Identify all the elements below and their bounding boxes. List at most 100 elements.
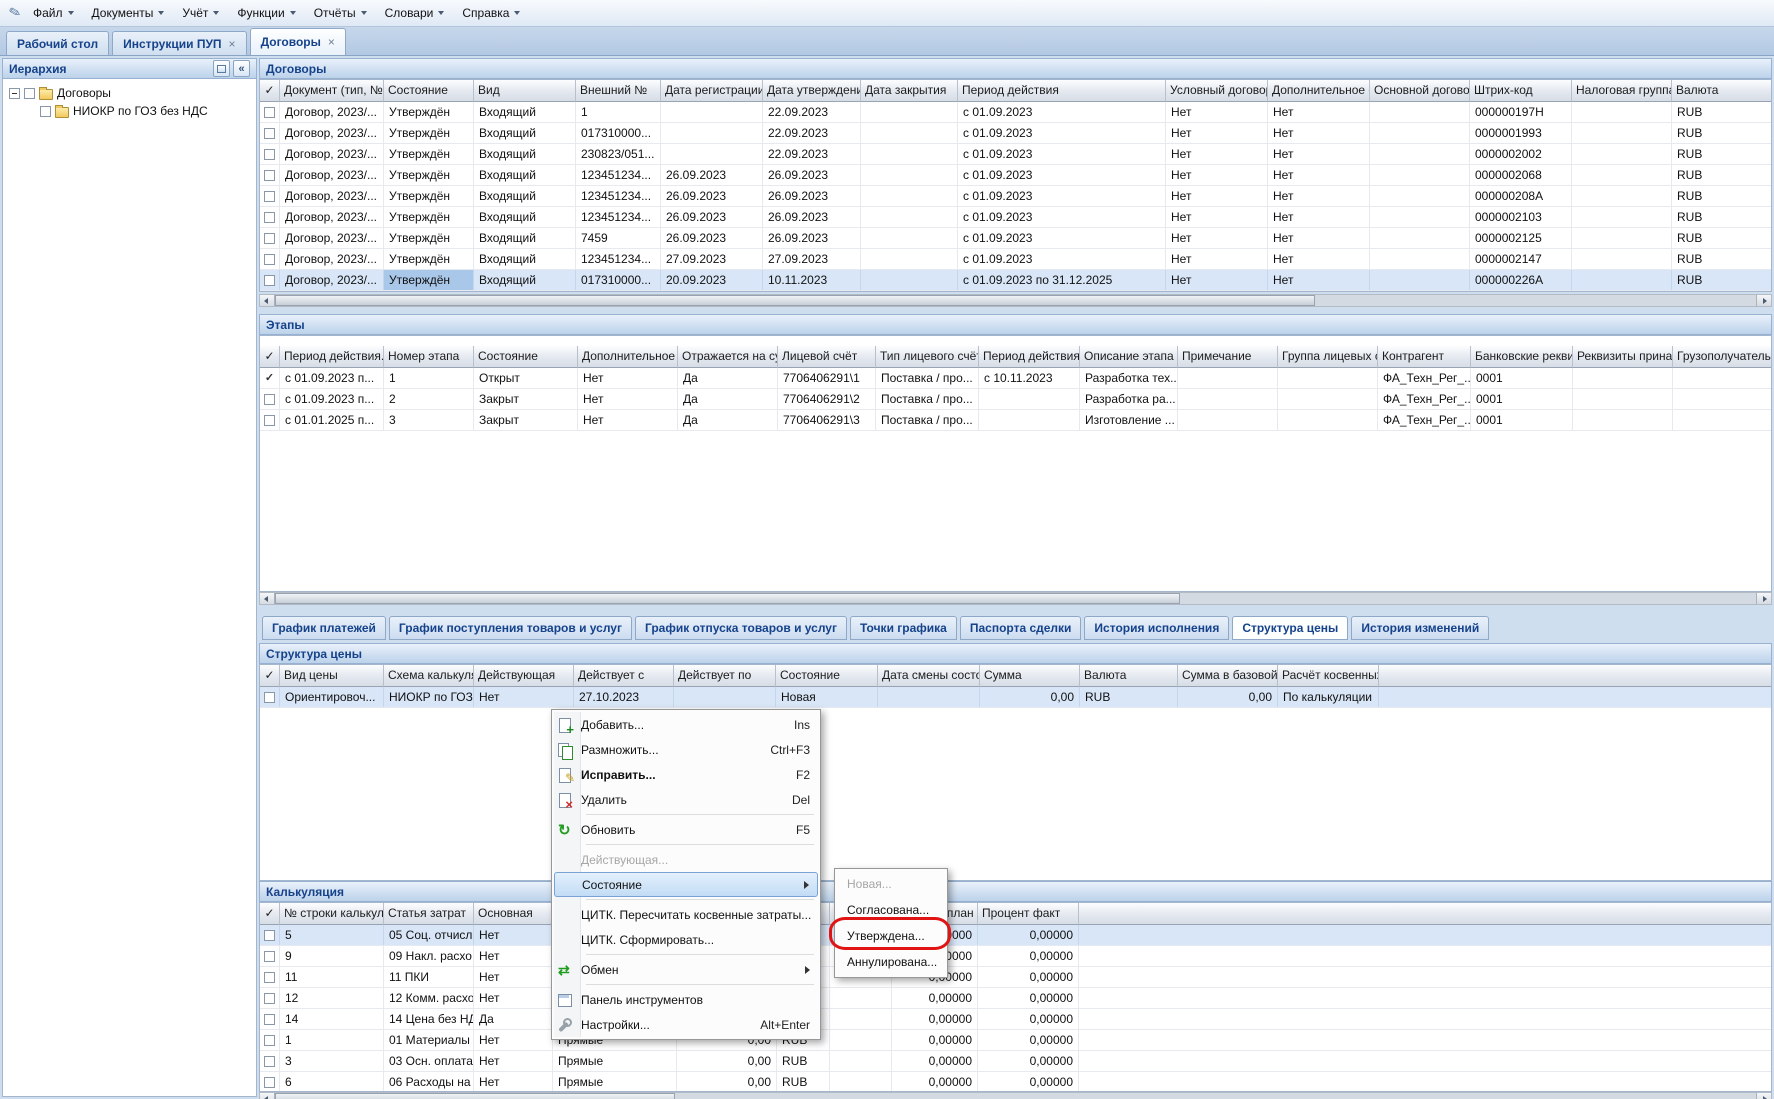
column-header[interactable]: Примечание bbox=[1178, 346, 1278, 368]
row-checkbox[interactable] bbox=[264, 275, 275, 286]
column-header[interactable]: Грузополучатель bbox=[1673, 346, 1772, 368]
scroll-left-icon[interactable] bbox=[260, 593, 275, 604]
select-all-header[interactable]: ✓ bbox=[260, 665, 280, 687]
table-row[interactable]: 909 Накл. расхо...НетПрямые0,00RUB0,0000… bbox=[260, 946, 1771, 967]
table-row[interactable]: Договор, 2023/...УтверждёнВходящий123451… bbox=[260, 249, 1771, 270]
collapse-expander-icon[interactable] bbox=[9, 88, 20, 99]
row-checkbox[interactable] bbox=[264, 107, 275, 118]
column-header[interactable]: Дополнительное с bbox=[1268, 80, 1370, 102]
column-header[interactable]: Группа лицевых сч bbox=[1278, 346, 1378, 368]
table-row[interactable]: 1212 Комм. расхо...НетПрямые0,00RUB0,000… bbox=[260, 988, 1771, 1009]
column-header[interactable]: Валюта bbox=[1080, 665, 1178, 687]
row-checkbox[interactable] bbox=[264, 233, 275, 244]
row-checkbox[interactable] bbox=[264, 951, 275, 962]
row-checkbox[interactable] bbox=[264, 170, 275, 181]
column-header[interactable]: Период действия bbox=[958, 80, 1166, 102]
context-menu-item[interactable]: Размножить...Ctrl+F3 bbox=[554, 737, 818, 762]
column-header[interactable]: Дата смены состоя bbox=[878, 665, 980, 687]
column-header[interactable]: Валюта bbox=[1672, 80, 1772, 102]
menu-item[interactable]: Документы bbox=[83, 0, 174, 26]
scroll-right-icon[interactable] bbox=[1756, 295, 1771, 306]
section-tab[interactable]: Точки графика bbox=[850, 616, 957, 640]
column-header[interactable]: Состояние bbox=[474, 346, 578, 368]
column-header[interactable]: Статья затрат bbox=[384, 903, 474, 925]
collapse-panel-icon[interactable]: « bbox=[233, 60, 250, 77]
section-tab[interactable]: График платежей bbox=[262, 616, 386, 640]
column-header[interactable]: Расчёт косвенных bbox=[1278, 665, 1379, 687]
column-header[interactable]: Сумма bbox=[980, 665, 1080, 687]
tree-node[interactable]: Договоры bbox=[5, 84, 254, 102]
row-checkbox[interactable] bbox=[264, 1035, 275, 1046]
section-tab[interactable]: История исполнения bbox=[1084, 616, 1229, 640]
scroll-track[interactable] bbox=[275, 295, 1756, 306]
column-header[interactable]: Схема калькуляци bbox=[384, 665, 474, 687]
select-all-header[interactable]: ✓ bbox=[260, 346, 280, 368]
table-row[interactable]: Договор, 2023/...УтверждёнВходящий123451… bbox=[260, 207, 1771, 228]
column-header[interactable]: Основная bbox=[474, 903, 553, 925]
table-row[interactable]: Договор, 2023/...УтверждёнВходящий123451… bbox=[260, 186, 1771, 207]
column-header[interactable]: Период действия п bbox=[979, 346, 1080, 368]
scroll-right-icon[interactable] bbox=[1756, 593, 1771, 604]
section-tab[interactable]: График поступления товаров и услуг bbox=[389, 616, 632, 640]
stages-hscrollbar[interactable] bbox=[259, 592, 1772, 605]
scroll-thumb[interactable] bbox=[275, 295, 1315, 306]
column-header[interactable]: Внешний № bbox=[576, 80, 661, 102]
row-checkbox[interactable] bbox=[264, 1014, 275, 1025]
column-header[interactable]: Лицевой счёт bbox=[778, 346, 876, 368]
table-row[interactable]: Договор, 2023/...УтверждёнВходящий122.09… bbox=[260, 102, 1771, 123]
column-header[interactable]: Процент факт bbox=[978, 903, 1079, 925]
row-checkbox[interactable] bbox=[264, 972, 275, 983]
scroll-thumb[interactable] bbox=[275, 1093, 675, 1099]
document-tab[interactable]: Инструкции ПУП× bbox=[112, 31, 246, 55]
row-checkbox[interactable] bbox=[264, 993, 275, 1004]
close-tab-icon[interactable]: × bbox=[229, 39, 236, 49]
row-checkbox[interactable] bbox=[264, 212, 275, 223]
panel-menu-icon[interactable] bbox=[213, 60, 230, 77]
column-header[interactable]: Основной договор bbox=[1370, 80, 1470, 102]
row-checkbox[interactable] bbox=[264, 1056, 275, 1067]
row-checkbox[interactable] bbox=[264, 394, 275, 405]
column-header[interactable]: Дата утверждения bbox=[763, 80, 861, 102]
select-all-header[interactable]: ✓ bbox=[260, 80, 280, 102]
select-all-header[interactable]: ✓ bbox=[260, 903, 280, 925]
column-header[interactable]: Отражается на суп bbox=[678, 346, 778, 368]
column-header[interactable]: Налоговая группа bbox=[1572, 80, 1672, 102]
table-row[interactable]: 1111 ПКИНетПрямые0,00RUB0,000000,00000 bbox=[260, 967, 1771, 988]
node-checkbox[interactable] bbox=[24, 88, 35, 99]
scroll-thumb[interactable] bbox=[275, 593, 1180, 604]
column-header[interactable]: Состояние bbox=[776, 665, 878, 687]
menu-item[interactable]: Словари bbox=[376, 0, 454, 26]
column-header[interactable]: Вид bbox=[474, 80, 576, 102]
context-menu-item[interactable]: ОбновитьF5 bbox=[554, 817, 818, 842]
node-checkbox[interactable] bbox=[40, 106, 51, 117]
context-menu-item[interactable]: УдалитьDel bbox=[554, 787, 818, 812]
context-menu-item[interactable]: ЦИТК. Пересчитать косвенные затраты... bbox=[554, 902, 818, 927]
row-checkbox[interactable] bbox=[264, 191, 275, 202]
row-checkbox[interactable] bbox=[264, 930, 275, 941]
table-row[interactable]: 1414 Цена без НДСДаПрямые0,00RUB0,000000… bbox=[260, 1009, 1771, 1030]
scroll-track[interactable] bbox=[275, 1093, 1756, 1099]
column-header[interactable]: Дата закрытия bbox=[861, 80, 958, 102]
column-header[interactable]: Дополнительное с bbox=[578, 346, 678, 368]
section-tab[interactable]: График отпуска товаров и услуг bbox=[635, 616, 847, 640]
column-header[interactable]: Действующая bbox=[474, 665, 574, 687]
row-checkbox[interactable] bbox=[264, 1077, 275, 1088]
contracts-hscrollbar[interactable] bbox=[259, 294, 1772, 307]
calculation-hscrollbar[interactable] bbox=[259, 1092, 1772, 1099]
row-checkbox[interactable] bbox=[264, 254, 275, 265]
context-menu-item[interactable]: Исправить...F2 bbox=[554, 762, 818, 787]
scroll-track[interactable] bbox=[275, 593, 1756, 604]
column-header[interactable]: Контрагент bbox=[1378, 346, 1471, 368]
section-tab[interactable]: Структура цены bbox=[1232, 616, 1348, 640]
scroll-right-icon[interactable] bbox=[1756, 1093, 1771, 1099]
column-header[interactable]: Реквизиты принад bbox=[1573, 346, 1673, 368]
row-checkbox[interactable] bbox=[264, 415, 275, 426]
table-row[interactable]: Договор, 2023/...УтверждёнВходящий017310… bbox=[260, 270, 1771, 291]
column-header[interactable]: № строки калькул bbox=[280, 903, 384, 925]
column-header[interactable]: Период действия.. bbox=[280, 346, 384, 368]
scroll-left-icon[interactable] bbox=[260, 295, 275, 306]
column-header[interactable]: Состояние bbox=[384, 80, 474, 102]
document-tab[interactable]: Договоры× bbox=[250, 28, 346, 55]
table-row[interactable]: Договор, 2023/...УтверждёнВходящий017310… bbox=[260, 123, 1771, 144]
column-header[interactable]: Тип лицевого счёт bbox=[876, 346, 979, 368]
